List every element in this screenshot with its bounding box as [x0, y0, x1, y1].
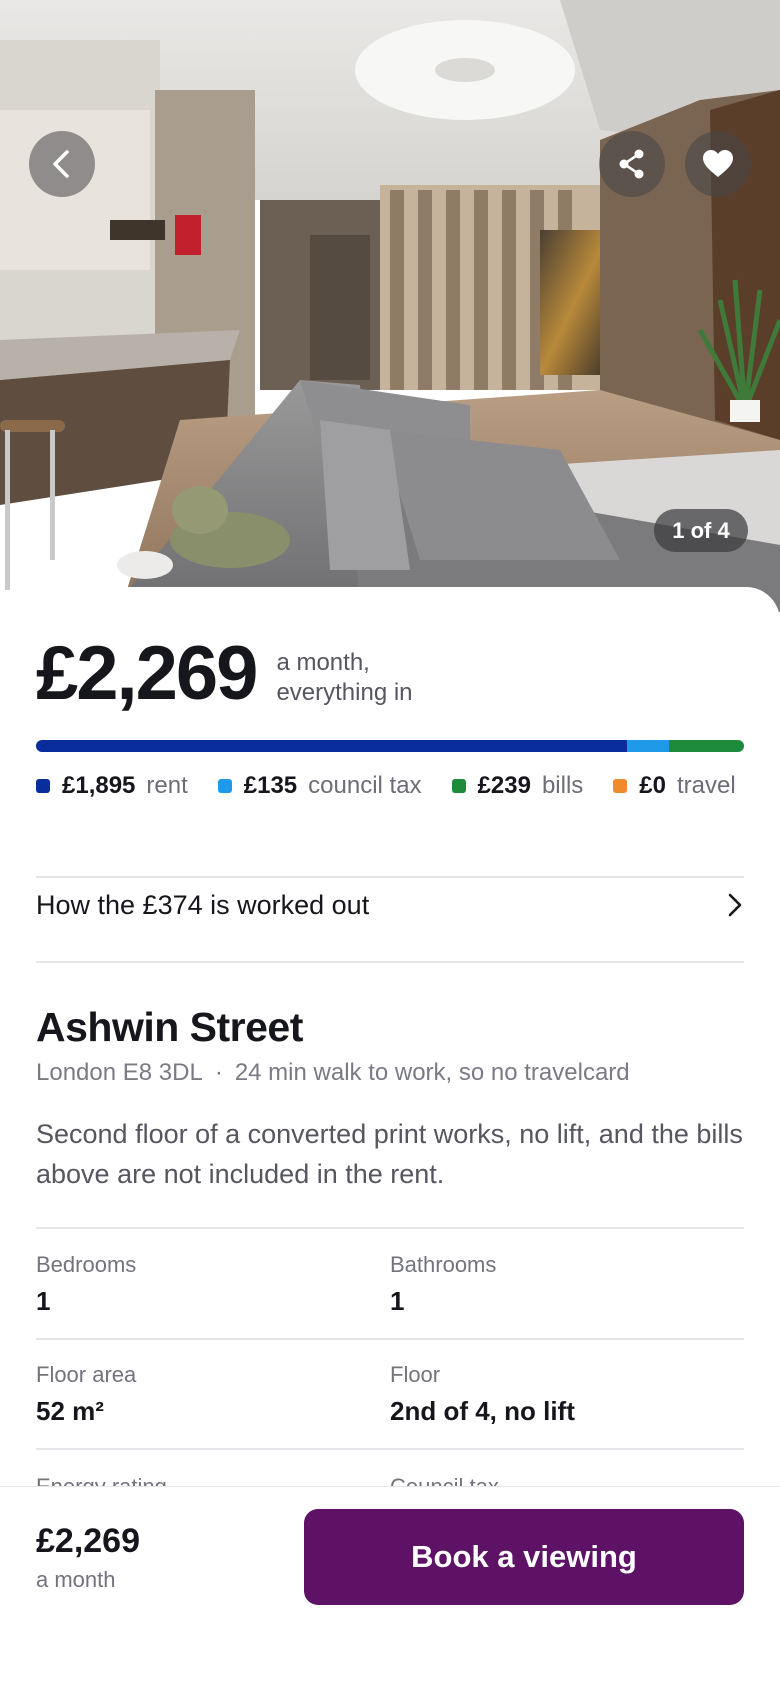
- listing-photo[interactable]: 1 of 4: [0, 0, 780, 612]
- legend-item-bills: £239 bills: [451, 769, 584, 803]
- price-summary: £2,269 a month, everything in: [36, 631, 466, 717]
- legend-item-council-tax: £135 council tax: [217, 769, 422, 803]
- how-worked-out-label: How the £374 is worked out: [36, 889, 370, 920]
- chevron-left-icon: [53, 150, 69, 178]
- legend-label: council tax: [308, 772, 422, 799]
- commute-info: 24 min walk to work, so no travelcard: [234, 1059, 630, 1086]
- photo-counter: 1 of 4: [654, 509, 748, 552]
- heart-icon: [703, 150, 733, 177]
- listing-description: Second floor of a converted print works,…: [36, 1119, 743, 1189]
- divider: [36, 1448, 744, 1450]
- price-suffix: a month, everything in: [276, 649, 413, 706]
- cost-breakdown-legend: £1,895 rent £135 council tax £239 bills £0 trav…: [36, 769, 756, 803]
- spec-bathrooms: Bathrooms 1: [390, 1251, 730, 1317]
- divider: [36, 1227, 744, 1229]
- legend-label: rent: [146, 772, 188, 799]
- spec-value: 1: [36, 1286, 51, 1316]
- legend-swatch: [613, 779, 628, 793]
- bottom-price: £2,269: [36, 1522, 140, 1560]
- book-viewing-button[interactable]: Book a viewing: [304, 1509, 744, 1605]
- listing-location: London E8 3DL · 24 min walk to work, so no…: [36, 1059, 630, 1087]
- bottom-price-period: a month: [36, 1567, 116, 1592]
- divider: [36, 961, 744, 963]
- bar-segment-bills: [669, 740, 744, 752]
- legend-label: travel: [676, 772, 736, 799]
- postcode: London E8 3DL: [36, 1059, 203, 1086]
- bar-segment-rent: [36, 740, 628, 752]
- how-worked-out-link[interactable]: How the £374 is worked out: [36, 877, 744, 933]
- spec-floor-area: Floor area 52 m²: [36, 1361, 376, 1427]
- legend-amount: £0: [639, 772, 666, 799]
- spec-value: 52 m²: [36, 1396, 104, 1426]
- spec-bedrooms: Bedrooms 1: [36, 1251, 376, 1317]
- legend-item-travel: £0 travel: [613, 769, 736, 803]
- chevron-right-icon: [728, 893, 742, 917]
- spec-label: Floor area: [36, 1362, 137, 1387]
- spec-value: 2nd of 4, no lift: [390, 1396, 575, 1426]
- spec-floor: Floor 2nd of 4, no lift: [390, 1361, 730, 1427]
- favourite-button[interactable]: [685, 131, 751, 197]
- spec-label: Bathrooms: [390, 1252, 497, 1277]
- legend-swatch: [451, 779, 466, 793]
- legend-amount: £135: [243, 772, 298, 799]
- legend-swatch: [217, 779, 232, 793]
- bar-segment-council-tax: [627, 740, 670, 752]
- legend-swatch: [36, 779, 50, 793]
- legend-amount: £239: [477, 772, 531, 799]
- share-icon: [619, 149, 644, 179]
- legend-amount: £1,895: [62, 772, 136, 799]
- spec-value: 1: [390, 1286, 405, 1316]
- divider: [36, 1338, 744, 1340]
- spec-label: Floor: [390, 1362, 441, 1387]
- total-price: £2,269: [36, 631, 258, 716]
- cost-breakdown-bar: [36, 740, 744, 752]
- back-button[interactable]: [29, 131, 95, 197]
- bottom-action-bar: £2,269 a month Book a viewing: [0, 1486, 780, 1688]
- separator: ·: [214, 1059, 223, 1086]
- share-button[interactable]: [599, 131, 665, 197]
- spec-label: Bedrooms: [36, 1252, 137, 1277]
- listing-title: Ashwin Street: [36, 1004, 303, 1050]
- legend-label: bills: [541, 772, 584, 799]
- legend-item-rent: £1,895 rent: [36, 769, 188, 803]
